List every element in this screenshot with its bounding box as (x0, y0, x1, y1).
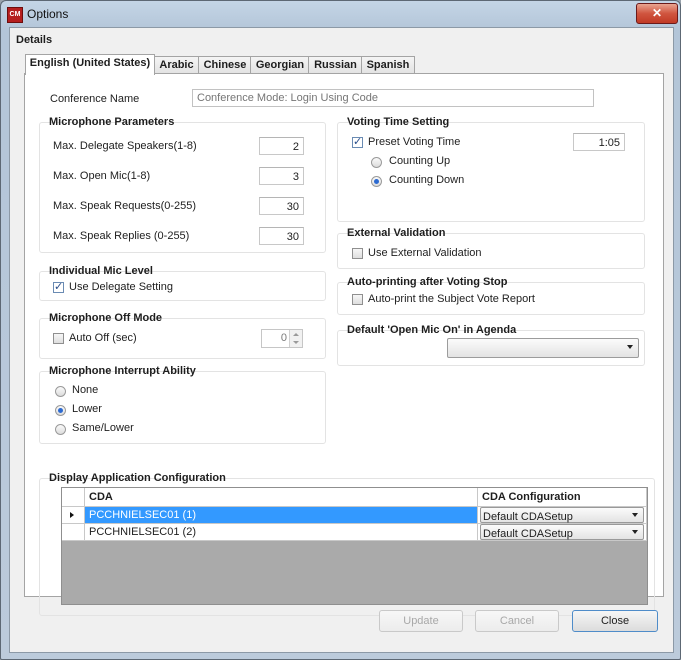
spinner-buttons[interactable] (289, 330, 302, 347)
voting-time-input[interactable]: 1:05 (573, 133, 625, 151)
close-icon: ✕ (651, 6, 663, 20)
tab-russian[interactable]: Russian (308, 56, 363, 74)
column-header-cda-config[interactable]: CDA Configuration (478, 488, 647, 507)
individual-mic-title: Individual Mic Level (49, 265, 153, 277)
preset-voting-time-checkbox[interactable] (352, 135, 363, 148)
voting-time-title: Voting Time Setting (347, 116, 450, 128)
tab-chinese[interactable]: Chinese (198, 56, 252, 74)
interrupt-lower-label: Lower (72, 403, 102, 415)
counting-up-label: Counting Up (389, 155, 451, 167)
table-row-cda[interactable]: PCCHNIELSEC01 (2) (85, 524, 478, 541)
close-button[interactable]: Close (572, 610, 658, 632)
use-external-validation-label: Use External Validation (368, 247, 482, 259)
cda-grid: CDA CDA Configuration PCCHNIELSEC01 (1) … (61, 487, 648, 605)
app-icon: CM (7, 7, 23, 23)
conference-name-input[interactable] (192, 89, 594, 107)
chevron-down-icon (632, 513, 638, 517)
spin-down-icon (293, 341, 299, 344)
column-header-cda[interactable]: CDA (85, 488, 478, 507)
autoprint-checkbox[interactable] (352, 294, 363, 305)
max-speak-requests-input[interactable]: 30 (259, 197, 304, 215)
interrupt-lower-radio[interactable] (55, 405, 66, 416)
interrupt-same-lower-radio[interactable] (55, 424, 66, 435)
table-row-cda[interactable]: PCCHNIELSEC01 (1) (85, 507, 478, 524)
mic-params-title: Microphone Parameters (49, 116, 175, 128)
dialog-client: Details English (United States) Arabic C… (9, 27, 674, 653)
max-speak-replies-input[interactable]: 30 (259, 227, 304, 245)
auto-off-spinner[interactable]: 0 (261, 329, 303, 348)
preset-voting-time-label: Preset Voting Time (368, 136, 461, 148)
counting-down-radio[interactable] (371, 176, 382, 187)
open-mic-dropdown[interactable] (447, 338, 639, 358)
table-row-config[interactable]: Default CDASetup (478, 507, 647, 524)
window-title: Options (27, 7, 69, 21)
tab-arabic[interactable]: Arabic (153, 56, 200, 74)
max-open-mic-label: Max. Open Mic(1-8) (53, 170, 151, 182)
display-config-title: Display Application Configuration (49, 472, 226, 484)
current-row-arrow-icon (70, 512, 74, 518)
auto-off-label: Auto Off (sec) (69, 332, 137, 344)
interrupt-same-lower-label: Same/Lower (72, 422, 134, 434)
max-open-mic-input[interactable]: 3 (259, 167, 304, 185)
cda-config-dropdown-1[interactable]: Default CDASetup (480, 507, 644, 523)
interrupt-none-radio[interactable] (55, 386, 66, 397)
tab-spanish[interactable]: Spanish (361, 56, 415, 74)
max-delegate-label: Max. Delegate Speakers(1-8) (53, 140, 197, 152)
grid-corner-header (62, 488, 85, 507)
tab-english[interactable]: English (United States) (25, 54, 155, 75)
row-header-2[interactable] (62, 524, 85, 541)
auto-off-value: 0 (280, 332, 287, 344)
tab-panel-english: Conference Name Microphone Parameters Ma… (24, 73, 664, 616)
window-close-button[interactable]: ✕ (636, 3, 678, 24)
cancel-button[interactable]: Cancel (475, 610, 559, 632)
use-delegate-setting-checkbox[interactable] (53, 280, 64, 293)
counting-down-label: Counting Down (389, 174, 465, 186)
tab-georgian[interactable]: Georgian (250, 56, 310, 74)
max-speak-replies-label: Max. Speak Replies (0-255) (53, 230, 190, 242)
auto-off-checkbox[interactable] (53, 333, 64, 344)
chevron-down-icon (632, 530, 638, 534)
spin-up-icon (293, 333, 299, 336)
counting-up-radio[interactable] (371, 157, 382, 168)
use-external-validation-checkbox[interactable] (352, 248, 363, 259)
mic-off-title: Microphone Off Mode (49, 312, 163, 324)
cda-config-value-2: Default CDASetup (483, 528, 573, 540)
max-speak-requests-label: Max. Speak Requests(0-255) (53, 200, 197, 212)
autoprint-label: Auto-print the Subject Vote Report (368, 293, 535, 305)
chevron-down-icon (627, 345, 633, 349)
autoprint-title: Auto-printing after Voting Stop (347, 276, 508, 288)
max-delegate-input[interactable]: 2 (259, 137, 304, 155)
open-mic-title: Default 'Open Mic On' in Agenda (347, 324, 517, 336)
use-delegate-setting-label: Use Delegate Setting (69, 281, 173, 293)
conference-name-label: Conference Name (50, 93, 140, 105)
options-window: CM Options ✕ Details English (United Sta… (0, 0, 681, 660)
title-bar[interactable]: CM Options ✕ (1, 1, 680, 27)
cda-config-dropdown-2[interactable]: Default CDASetup (480, 524, 644, 540)
details-label: Details (16, 34, 53, 46)
interrupt-none-label: None (72, 384, 99, 396)
interrupt-title: Microphone Interrupt Ability (49, 365, 196, 377)
row-header-1[interactable] (62, 507, 85, 524)
external-validation-title: External Validation (347, 227, 446, 239)
update-button[interactable]: Update (379, 610, 463, 632)
table-row-config[interactable]: Default CDASetup (478, 524, 647, 541)
